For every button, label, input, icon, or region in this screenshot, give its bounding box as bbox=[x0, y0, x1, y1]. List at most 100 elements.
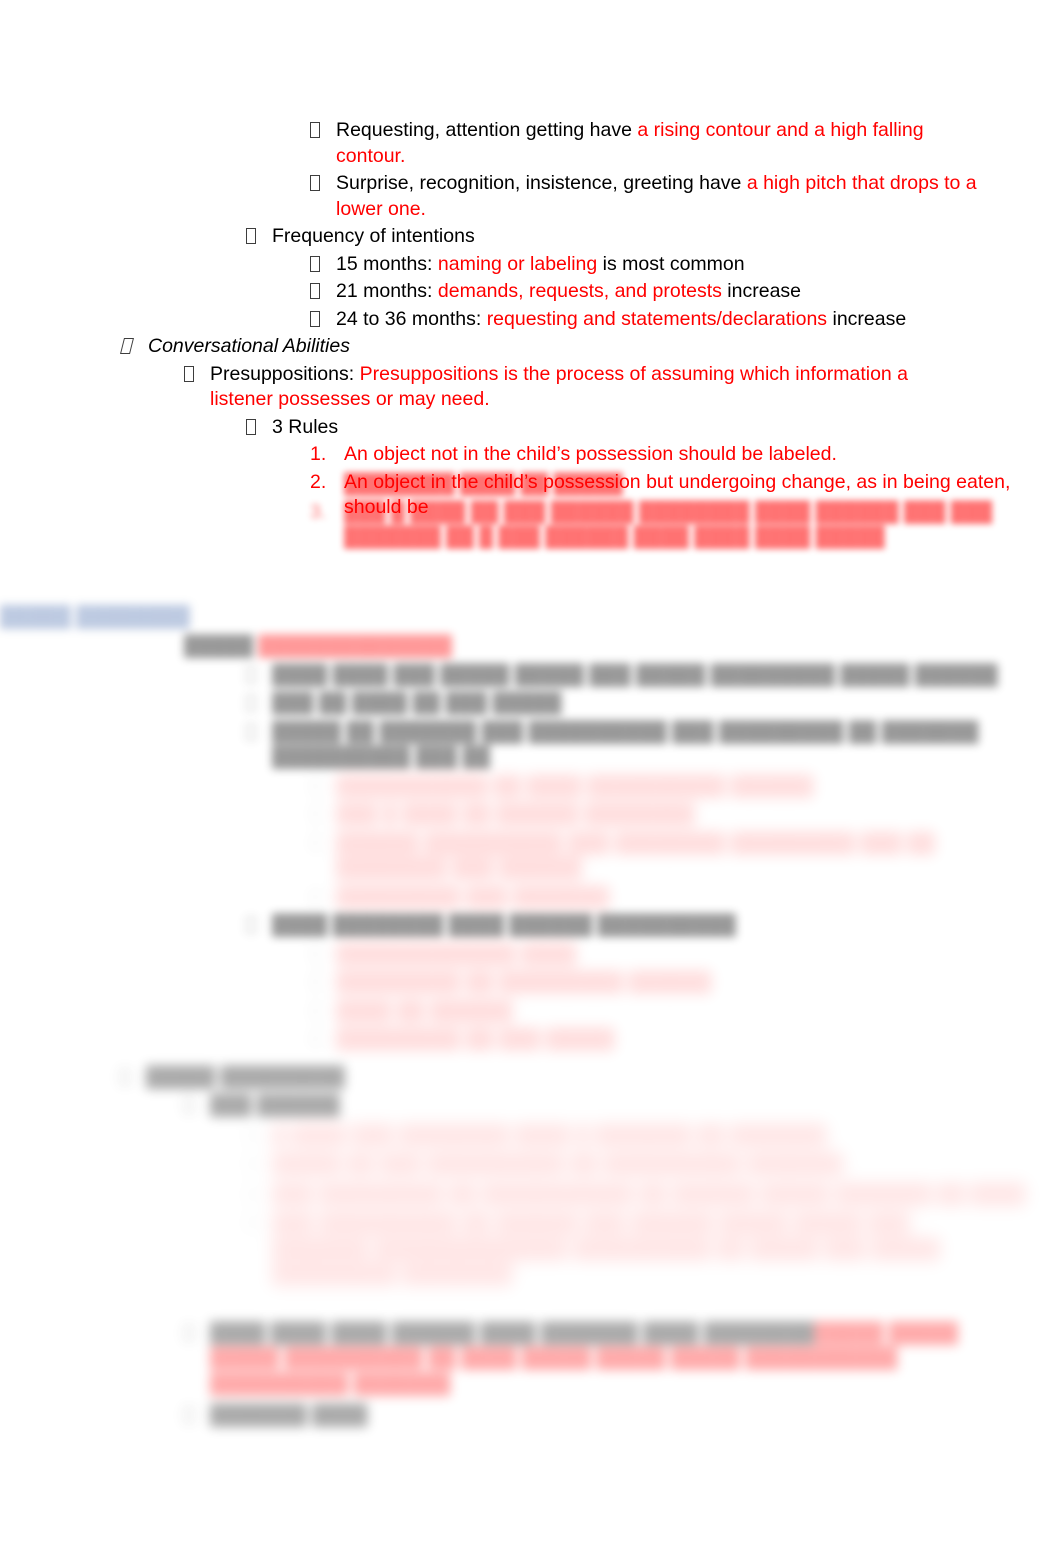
redacted-sublist: ███████████ ██ ████ ██████████ ██████ ██… bbox=[0, 774, 1062, 911]
bullet-tofu-icon bbox=[310, 252, 336, 278]
redacted-section-heading-block: █████ ████████ bbox=[0, 605, 1062, 631]
bullet-tofu-icon bbox=[310, 279, 336, 305]
section-conversational-abilities: Conversational Abilities bbox=[120, 334, 1062, 360]
bullet-tofu-icon bbox=[246, 691, 272, 717]
redacted-text: ████ ██ ██████ bbox=[336, 999, 513, 1022]
redacted-sublist: █████████████ ████ █████████ ██ ████████… bbox=[0, 942, 1062, 1053]
redacted-text: █████████ ███ ███████ bbox=[336, 885, 610, 908]
list-item-text: Presuppositions: Presuppositions is the … bbox=[210, 362, 910, 413]
redacted-text: ███ █████████ ██ ███████████ ██ ██████ █… bbox=[272, 1182, 1026, 1205]
redacted-line: █████████ ███ ███████ bbox=[310, 885, 1062, 911]
redacted-text: █████ █████████ bbox=[146, 1065, 345, 1088]
redacted-text: ███████████ ██ ████ ██████████ ██████ bbox=[336, 774, 814, 797]
redacted-line: ███ █████████ ██ ███████████ ██ ██████ █… bbox=[246, 1182, 1062, 1208]
list-item-text: Requesting, attention getting have a ris… bbox=[336, 118, 946, 169]
list-item-rule-2: 2. An object in the child’s possession b… bbox=[310, 470, 1062, 521]
redacted-text: ███████ ████ bbox=[210, 1404, 368, 1426]
redacted-text: ████ ████ ███ █████ █████ ███ █████ ████… bbox=[272, 663, 998, 686]
redacted-region: ████████ ████ ██ █████ 3. ███ █ ████ ██ … bbox=[0, 472, 1062, 1426]
redacted-line: █████ ██ ███████ ███ ██████████ ███ ████… bbox=[246, 720, 1062, 771]
redacted-text: █████ ██ ███ ██████████ ██ ██████████ ██… bbox=[272, 1153, 844, 1175]
outline-legible-region: Requesting, attention getting have a ris… bbox=[0, 118, 1062, 521]
conversational-abilities-heading: Conversational Abilities bbox=[148, 335, 350, 357]
bullet-tofu-icon bbox=[246, 415, 272, 441]
list-item-surprise: Surprise, recognition, insistence, greet… bbox=[310, 171, 1062, 222]
redacted-line: █████████████ ████ bbox=[310, 942, 1062, 968]
redacted-heading-text: █████ ████████ bbox=[0, 605, 190, 628]
bullet-tofu-icon bbox=[184, 1403, 210, 1429]
redacted-line: ████ ██ ██████ bbox=[310, 999, 1062, 1025]
bullet-tofu-icon bbox=[184, 1093, 210, 1119]
bullet-tofu-icon bbox=[310, 802, 336, 828]
redacted-text: █ ████ ███ ████████ ████ █ ███████ ██ ██… bbox=[272, 1123, 827, 1146]
redacted-line: ███ ██████ bbox=[184, 1093, 1062, 1119]
bullet-tofu-icon bbox=[246, 720, 272, 746]
surprise-lead: Surprise, recognition, insistence, greet… bbox=[336, 172, 747, 194]
bullet-tofu-icon bbox=[184, 362, 210, 388]
redacted-line: █ ████ ███ ████████ ████ █ ███████ ██ ██… bbox=[246, 1123, 1062, 1149]
redacted-text: ███ ██ ████ ██ ███ █████ bbox=[272, 692, 562, 714]
list-number: 2. bbox=[310, 470, 327, 493]
bullet-tofu-icon bbox=[310, 885, 336, 911]
list-item-text: Surprise, recognition, insistence, greet… bbox=[336, 171, 1026, 222]
bullet-tofu-icon bbox=[246, 1182, 272, 1208]
redacted-lead: ████ ████ ████ ██████ ████ ███████ ████ … bbox=[210, 1321, 815, 1344]
list-item-presuppositions: Presuppositions: Presuppositions is the … bbox=[184, 362, 1062, 413]
redacted-text: ██████ ██████████ ███ ████████ █████████… bbox=[336, 831, 935, 880]
requesting-lead: Requesting, attention getting have bbox=[336, 119, 638, 141]
redacted-sublist: █ ████ ███ ████████ ████ █ ███████ ██ ██… bbox=[0, 1123, 1062, 1288]
redacted-line: █████████ ██ █████████ ██████ bbox=[310, 970, 1062, 996]
redacted-text: █████████ ██ ███ █████ bbox=[336, 1028, 615, 1050]
redacted-block-1: █████ ██████████████ ████ ████ ███ █████… bbox=[0, 634, 1062, 1053]
bullet-tofu-icon bbox=[120, 1065, 146, 1091]
redacted-text: █████████████ ████ bbox=[336, 942, 577, 965]
bullet-tofu-slant-icon bbox=[120, 334, 148, 360]
redacted-text: █████ ██ ███████ ███ ██████████ ███ ████… bbox=[272, 720, 979, 769]
redacted-line: █████████ ██ ███ █████ bbox=[310, 1027, 1062, 1053]
list-item-frequency-heading: Frequency of intentions bbox=[246, 224, 1062, 250]
bullet-tofu-icon bbox=[310, 774, 336, 800]
list-item-15-months: 15 months: naming or labeling is most co… bbox=[310, 252, 1062, 278]
bullet-tofu-icon bbox=[246, 913, 272, 939]
months-21-answer: demands, requests, and protests bbox=[437, 280, 722, 302]
redacted-text: █████ ██████████████ bbox=[184, 634, 1062, 660]
list-item-21-months: 21 months: demands, requests, and protes… bbox=[310, 279, 1062, 305]
redacted-line: ████ ████ ████ ██████ ████ ███████ ████ … bbox=[184, 1321, 1062, 1398]
redacted-lead: █████ bbox=[184, 635, 259, 657]
bullet-tofu-icon bbox=[310, 118, 336, 144]
redacted-text: █████████ ██ █████████ ██████ bbox=[336, 971, 712, 993]
rule-1-text: An object not in the child’s possession … bbox=[344, 443, 837, 465]
list-item-text: 21 months: demands, requests, and protes… bbox=[336, 279, 1062, 305]
redacted-line: ███████ ████ bbox=[184, 1403, 1062, 1429]
months-21-lead: 21 months: bbox=[336, 280, 438, 302]
redacted-text: ███ ██████████ ██ ██████ ███ ██████ ████… bbox=[272, 1212, 941, 1285]
bullet-tofu-icon bbox=[246, 1152, 272, 1178]
redacted-line: ███████████ ██ ████ ██████████ ██████ bbox=[310, 774, 1062, 800]
rule-2-text: An object in the child’s possession but … bbox=[344, 470, 1011, 519]
months-21-tail: increase bbox=[721, 280, 802, 302]
bullet-tofu-icon bbox=[310, 970, 336, 996]
redacted-section-heading: █████ ████████ bbox=[0, 605, 1062, 631]
redacted-line: ████ ████ ███ █████ █████ ███ █████ ████… bbox=[246, 663, 1062, 689]
months-15-lead: 15 months: bbox=[336, 252, 438, 275]
bullet-tofu-icon bbox=[310, 831, 336, 857]
redacted-answer: ██████████████ bbox=[258, 635, 452, 657]
months-24-36-answer: requesting and statements/declarations bbox=[486, 307, 828, 330]
list-item-text: 24 to 36 months: requesting and statemen… bbox=[336, 307, 1062, 333]
bullet-tofu-icon bbox=[310, 999, 336, 1025]
redacted-line: ███ ██ ████ ██ ███ █████ bbox=[246, 691, 1062, 717]
redacted-line: ████ ████████ ████ ██████ ██████████ bbox=[246, 913, 1062, 939]
redacted-text: ███ ██████ bbox=[210, 1094, 340, 1116]
redacted-line: ███ ██████████ ██ ██████ ███ ██████ ████… bbox=[246, 1211, 1062, 1288]
document-page: Requesting, attention getting have a ris… bbox=[0, 0, 1062, 1556]
list-item-text: 15 months: naming or labeling is most co… bbox=[336, 252, 1062, 278]
bullet-tofu-icon bbox=[246, 1211, 272, 1237]
redacted-line: ███ █ ████ ██ ██████ ████████ bbox=[310, 802, 1062, 828]
redacted-line: █████ ██████████████ bbox=[184, 634, 1062, 660]
redacted-block-2: █████ █████████ ███ ██████ █ ████ ███ ██… bbox=[0, 1065, 1062, 1429]
redacted-text: ████ ████████ ████ ██████ ██████████ bbox=[272, 914, 736, 936]
months-15-answer: naming or labeling bbox=[437, 252, 598, 275]
months-24-36-tail: increase bbox=[827, 307, 907, 330]
frequency-heading-text: Frequency of intentions bbox=[272, 225, 475, 247]
redacted-text: ███ █ ████ ██ ██████ ████████ bbox=[336, 803, 695, 825]
